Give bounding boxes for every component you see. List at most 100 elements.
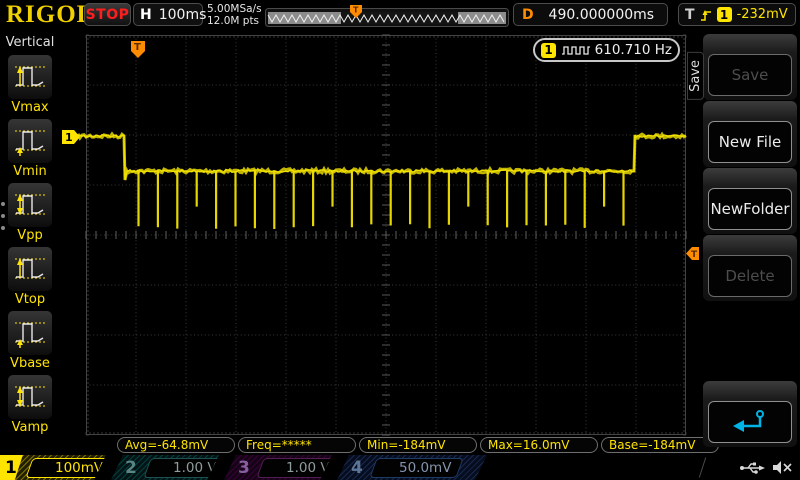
sidebar-item-label: Vamp bbox=[12, 420, 49, 435]
top-status-bar: RIGOL STOP H 100ms 5.00MSa/s 12.0M pts T… bbox=[0, 0, 800, 30]
channel-3-scale-box: 1.00 V bbox=[256, 458, 342, 478]
oscilloscope-screen: RIGOL STOP H 100ms 5.00MSa/s 12.0M pts T… bbox=[0, 0, 800, 480]
sidebar-item-label: Vmax bbox=[11, 100, 48, 115]
softkey-save[interactable]: Save bbox=[708, 54, 792, 96]
trigger-position-marker: T bbox=[131, 41, 145, 58]
channel-number: 1 bbox=[0, 458, 19, 478]
channel-1-status[interactable]: 1 100mV bbox=[0, 455, 106, 480]
softkey-menu: Save Save New File NewFolder Delete bbox=[700, 30, 800, 455]
softkey-new-folder[interactable]: NewFolder bbox=[708, 188, 792, 230]
channel-1-level-marker: 1 bbox=[62, 130, 80, 144]
vmin-icon bbox=[11, 124, 49, 158]
sidebar-item-vmin[interactable]: Vmin bbox=[7, 118, 53, 179]
svg-text:T: T bbox=[353, 6, 359, 15]
trigger-level-value: -232mV bbox=[737, 7, 788, 22]
run-state-label: STOP bbox=[86, 7, 130, 23]
channel-scale: 100mV bbox=[55, 460, 103, 476]
softkey-slot bbox=[703, 381, 797, 447]
status-icons bbox=[739, 455, 794, 480]
trigger-level-marker: T bbox=[686, 247, 699, 260]
sidebar-item-label: Vbase bbox=[10, 356, 50, 371]
main-area: Vertical Vmax bbox=[0, 30, 800, 455]
softkey-slot: Delete bbox=[703, 235, 797, 301]
horizontal-timebase-box: H 100ms bbox=[133, 3, 203, 26]
svg-text:T: T bbox=[134, 42, 141, 53]
sidebar-item-vtop[interactable]: Vtop bbox=[7, 246, 53, 307]
sidebar-item-label: Vmin bbox=[13, 164, 46, 179]
channel-3-status[interactable]: 3 1.00 V bbox=[224, 455, 332, 480]
sidebar-item-label: Vtop bbox=[15, 292, 45, 307]
measurement-max: Max=16.0mV bbox=[480, 437, 598, 453]
waveform-preview-icon: T bbox=[265, 3, 509, 27]
sidebar-title: Vertical bbox=[6, 35, 55, 50]
freq-counter-value: 610.710 Hz bbox=[595, 42, 672, 58]
softkey-slot: NewFolder bbox=[703, 168, 797, 234]
channel-scale: 1.00 V bbox=[173, 460, 217, 476]
channel-number: 3 bbox=[224, 458, 254, 478]
rigol-logo: RIGOL bbox=[6, 1, 94, 29]
channel-scale: 1.00 V bbox=[286, 460, 330, 476]
trigger-edge-icon bbox=[700, 7, 712, 23]
vbase-icon bbox=[11, 316, 49, 350]
trigger-label: T bbox=[685, 7, 695, 23]
channel-2-scale-box: 1.00 V bbox=[143, 458, 229, 478]
vtop-icon bbox=[11, 252, 49, 286]
svg-text:T: T bbox=[691, 250, 698, 260]
trigger-delay-box: D 490.000000ms bbox=[513, 3, 668, 26]
return-arrow-icon bbox=[730, 407, 770, 437]
channel-status-bar: 1 100mV 2 1.00 V 3 1.00 V 4 bbox=[0, 455, 800, 480]
softkey-slot: New File bbox=[703, 101, 797, 167]
vamp-button[interactable] bbox=[7, 374, 53, 420]
svg-text:1: 1 bbox=[65, 131, 73, 144]
timebase-value: 100ms bbox=[159, 7, 207, 23]
scope-display: 1TT 1 610.710 Hz Avg=-64.8mV Freq=***** … bbox=[60, 30, 700, 455]
page-indicator-dots bbox=[1, 202, 5, 230]
sidebar-item-label: Vpp bbox=[17, 228, 42, 243]
vpp-icon bbox=[11, 188, 49, 222]
waveform-preview-strip[interactable]: T bbox=[265, 3, 509, 27]
run-state-indicator: STOP bbox=[84, 3, 131, 26]
measurement-row: Avg=-64.8mV Freq=***** Min=-184mV Max=16… bbox=[117, 437, 719, 453]
vamp-icon bbox=[11, 380, 49, 414]
frequency-counter-badge: 1 610.710 Hz bbox=[533, 38, 680, 62]
trigger-status-box: T 1 -232mV bbox=[678, 3, 796, 26]
waveform-graticule: 1 T T bbox=[60, 30, 700, 455]
vbase-button[interactable] bbox=[7, 310, 53, 356]
menu-title-tab: Save bbox=[687, 52, 704, 100]
softkey-back[interactable] bbox=[708, 401, 792, 443]
softkey-delete[interactable]: Delete bbox=[708, 255, 792, 297]
sample-rate: 5.00MSa/s bbox=[207, 3, 262, 15]
channel-1-scale-box: 100mV bbox=[25, 458, 115, 478]
measurement-min: Min=-184mV bbox=[359, 437, 477, 453]
measurement-freq: Freq=***** bbox=[238, 437, 356, 453]
channel-4-status[interactable]: 4 50.0mV bbox=[337, 455, 487, 480]
acquisition-info: 5.00MSa/s 12.0M pts bbox=[207, 3, 262, 27]
vmin-button[interactable] bbox=[7, 118, 53, 164]
trigger-source-badge: 1 bbox=[717, 7, 732, 22]
vtop-button[interactable] bbox=[7, 246, 53, 292]
softkey-new-file[interactable]: New File bbox=[708, 121, 792, 163]
channel-scale: 50.0mV bbox=[399, 460, 451, 476]
channel-4-scale-box: 50.0mV bbox=[369, 458, 464, 478]
channel-number: 2 bbox=[111, 458, 141, 478]
channel-2-status[interactable]: 2 1.00 V bbox=[111, 455, 219, 480]
softkey-slot: Save bbox=[703, 34, 797, 100]
vmax-button[interactable] bbox=[7, 54, 53, 100]
sidebar-item-vmax[interactable]: Vmax bbox=[7, 54, 53, 115]
usb-icon bbox=[739, 460, 765, 475]
status-divider bbox=[699, 457, 706, 477]
horizontal-label: H bbox=[140, 7, 152, 23]
sidebar-item-vpp[interactable]: Vpp bbox=[7, 182, 53, 243]
channel-number: 4 bbox=[337, 458, 367, 478]
sidebar-item-vamp[interactable]: Vamp bbox=[7, 374, 53, 435]
square-wave-icon bbox=[561, 43, 590, 57]
sidebar-item-vbase[interactable]: Vbase bbox=[7, 310, 53, 371]
measurement-sidebar: Vertical Vmax bbox=[0, 30, 60, 455]
measurement-avg: Avg=-64.8mV bbox=[117, 437, 235, 453]
vpp-button[interactable] bbox=[7, 182, 53, 228]
speaker-muted-icon bbox=[772, 460, 794, 475]
delay-value: 490.000000ms bbox=[544, 7, 659, 23]
freq-counter-channel-badge: 1 bbox=[541, 43, 556, 58]
delay-label: D bbox=[522, 7, 534, 23]
memory-depth: 12.0M pts bbox=[207, 15, 262, 27]
